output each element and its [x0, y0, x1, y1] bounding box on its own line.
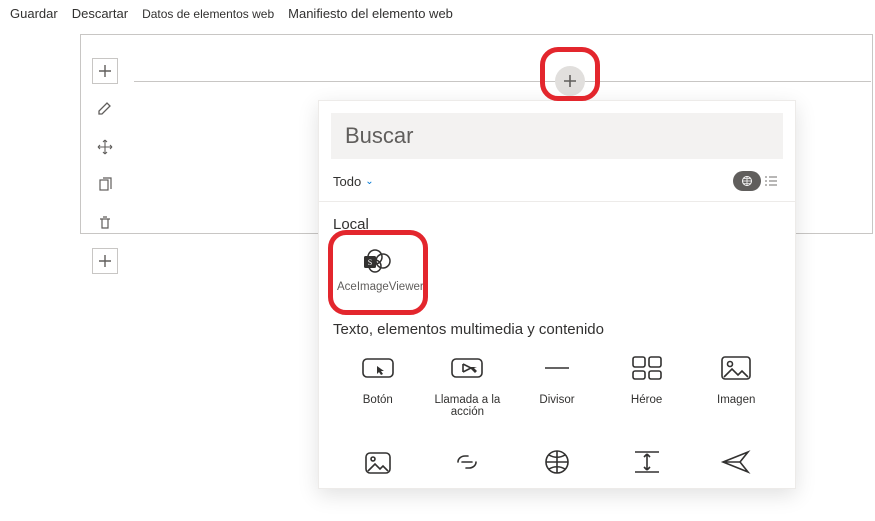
webpart-button[interactable]: Botón [333, 352, 423, 418]
cta-icon [446, 352, 488, 384]
webpart-data-link[interactable]: Datos de elementos web [142, 7, 274, 21]
section-divider-line [134, 81, 871, 82]
add-section-bottom-button[interactable] [92, 248, 118, 274]
webpart-label: Héroe [631, 394, 662, 406]
webpart-label: Llamada a la acción [423, 394, 513, 418]
add-webpart-button[interactable] [555, 66, 585, 96]
webpart-spacer[interactable] [602, 446, 692, 478]
webpart-label: Divisor [539, 394, 574, 406]
section-content-heading: Texto, elementos multimedia y contenido [319, 307, 795, 348]
delete-icon[interactable] [92, 210, 118, 236]
webpart-embed[interactable] [512, 446, 602, 478]
section-local-heading: Local [319, 202, 795, 243]
section-tools [92, 58, 118, 274]
toolbox-filter-row: Todo ⌄ [319, 167, 795, 202]
grid-view-button[interactable] [733, 171, 761, 191]
webpart-image[interactable]: Imagen [691, 352, 781, 418]
webpart-image-gallery[interactable] [333, 446, 423, 478]
add-section-top-button[interactable] [92, 58, 118, 84]
local-webpart-label: AceImageViewer [337, 281, 417, 295]
webpart-link[interactable] [423, 446, 513, 478]
list-view-button[interactable] [761, 171, 781, 191]
duplicate-icon[interactable] [92, 172, 118, 198]
content-webparts-grid: Botón Llamada a la acción Divisor Héroe … [319, 348, 795, 478]
spacer-icon [626, 446, 668, 478]
send-icon [715, 446, 757, 478]
discard-link[interactable]: Descartar [72, 6, 128, 21]
webpart-label: Imagen [717, 394, 755, 406]
view-toggle [733, 171, 781, 191]
globe-icon [536, 446, 578, 478]
move-icon[interactable] [92, 134, 118, 160]
image-gallery-icon [357, 446, 399, 478]
chevron-down-icon: ⌄ [365, 176, 373, 187]
webpart-call-to-action[interactable]: Llamada a la acción [423, 352, 513, 418]
webpart-stream[interactable] [691, 446, 781, 478]
image-icon [715, 352, 757, 384]
filter-dropdown[interactable]: Todo ⌄ [333, 174, 374, 189]
button-icon [357, 352, 399, 384]
svg-text:S: S [368, 258, 372, 267]
webpart-toolbox-panel: Buscar Todo ⌄ Local S [318, 100, 796, 489]
search-input[interactable]: Buscar [331, 113, 783, 159]
divider-icon [536, 352, 578, 384]
local-webpart-aceimageviewer[interactable]: S AceImageViewer [333, 243, 421, 295]
local-webparts-grid: S AceImageViewer [319, 243, 795, 307]
webpart-label: Botón [363, 394, 393, 406]
sharepoint-icon: S [360, 247, 394, 275]
save-link[interactable]: Guardar [10, 6, 58, 21]
link-icon [446, 446, 488, 478]
top-bar: Guardar Descartar Datos de elementos web… [0, 0, 875, 27]
webpart-manifest-link[interactable]: Manifiesto del elemento web [288, 6, 453, 21]
webpart-divider[interactable]: Divisor [512, 352, 602, 418]
edit-icon[interactable] [92, 96, 118, 122]
hero-icon [626, 352, 668, 384]
filter-label-text: Todo [333, 174, 361, 189]
webpart-hero[interactable]: Héroe [602, 352, 692, 418]
